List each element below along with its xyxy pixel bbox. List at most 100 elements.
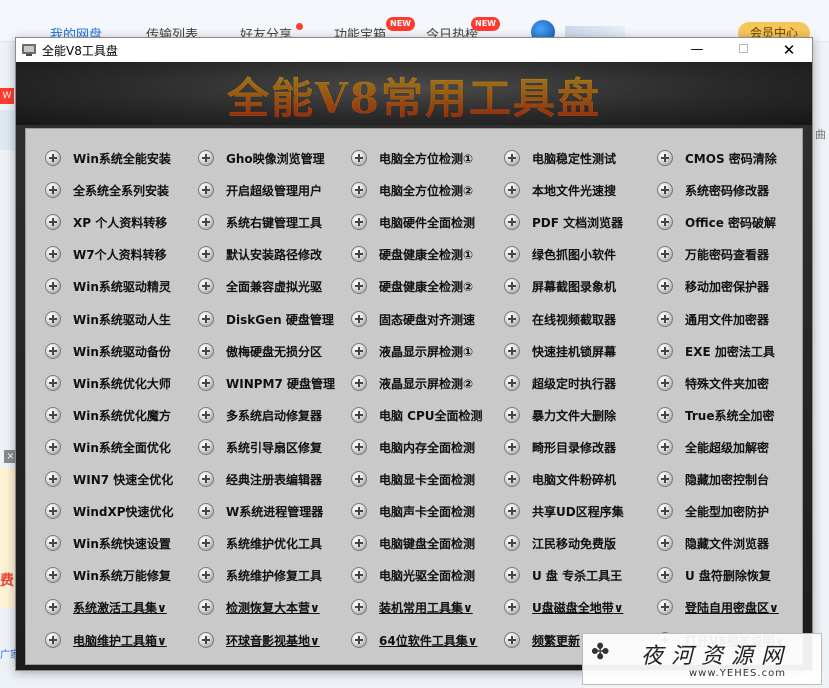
minimize-button[interactable]: — <box>674 38 720 62</box>
tool-item[interactable]: 全系统全系列安装 <box>45 180 195 200</box>
tool-item[interactable]: 隐藏加密控制台 <box>657 469 807 489</box>
tool-item[interactable]: 屏幕截图录象机 <box>504 276 654 296</box>
tool-item[interactable]: Win系统快速设置 <box>45 533 195 553</box>
plus-circle-icon <box>657 278 673 294</box>
tool-item[interactable]: 全面兼容虚拟光驱 <box>198 276 348 296</box>
tool-item[interactable]: 傲梅硬盘无损分区 <box>198 341 348 361</box>
tool-item[interactable]: 电脑键盘全面检测 <box>351 533 501 553</box>
plus-circle-icon <box>198 278 214 294</box>
tool-item[interactable]: 硬盘健康全检测② <box>351 276 501 296</box>
tool-item[interactable]: 电脑光驱全面检测 <box>351 565 501 585</box>
tool-item[interactable]: 液晶显示屏检测① <box>351 341 501 361</box>
tool-item[interactable]: 电脑内存全面检测 <box>351 437 501 457</box>
tool-item[interactable]: 环球音影视基地∨ <box>198 630 348 650</box>
tool-item[interactable]: Win系统驱动精灵 <box>45 276 195 296</box>
tool-item[interactable]: Win系统万能修复 <box>45 565 195 585</box>
tool-item[interactable]: Office 密码破解 <box>657 212 807 232</box>
tool-item[interactable]: 电脑显卡全面检测 <box>351 469 501 489</box>
tool-item[interactable]: 电脑文件粉碎机 <box>504 469 654 489</box>
tool-item[interactable]: 系统右键管理工具 <box>198 212 348 232</box>
plus-circle-icon <box>198 182 214 198</box>
tool-item[interactable]: 系统引导扇区修复 <box>198 437 348 457</box>
window-titlebar[interactable]: 全能V8工具盘 — ✕ <box>16 38 812 62</box>
tool-item[interactable]: 全能型加密防护 <box>657 501 807 521</box>
tool-item[interactable]: 硬盘健康全检测① <box>351 244 501 264</box>
plus-circle-icon <box>198 343 214 359</box>
tool-item[interactable]: 电脑全方位检测② <box>351 180 501 200</box>
tool-item-label: 在线视频截取器 <box>532 313 617 327</box>
tool-item[interactable]: 快速挂机锁屏幕 <box>504 341 654 361</box>
tool-item-label: Win系统驱动备份 <box>73 345 171 359</box>
tool-item[interactable]: Win系统驱动备份 <box>45 341 195 361</box>
tool-item[interactable]: Win系统优化大师 <box>45 373 195 393</box>
tool-item[interactable]: 电脑声卡全面检测 <box>351 501 501 521</box>
tool-item[interactable]: Win系统全能安装 <box>45 148 195 168</box>
tool-item[interactable]: WINPM7 硬盘管理 <box>198 373 348 393</box>
tool-item[interactable]: PDF 文档浏览器 <box>504 212 654 232</box>
plus-circle-icon <box>351 278 367 294</box>
tool-item[interactable]: W系统进程管理器 <box>198 501 348 521</box>
tool-item[interactable]: 多系统启动修复器 <box>198 405 348 425</box>
tool-item-label: 移动加密保护器 <box>685 280 770 294</box>
tool-item[interactable]: 通用文件加密器 <box>657 309 807 329</box>
plus-circle-icon <box>198 439 214 455</box>
tool-item[interactable]: Win系统优化魔方 <box>45 405 195 425</box>
tool-item[interactable]: 共享UD区程序集 <box>504 501 654 521</box>
tool-item[interactable]: 系统密码修改器 <box>657 180 807 200</box>
tool-item-label: 电脑全方位检测① <box>379 152 474 166</box>
tool-item[interactable]: 隐藏文件浏览器 <box>657 533 807 553</box>
tool-item[interactable]: 暴力文件大删除 <box>504 405 654 425</box>
tool-item[interactable]: 全能超级加解密 <box>657 437 807 457</box>
tool-item[interactable]: 移动加密保护器 <box>657 276 807 296</box>
tool-item[interactable]: 万能密码查看器 <box>657 244 807 264</box>
tool-item[interactable]: Gho映像浏览管理 <box>198 148 348 168</box>
tool-item[interactable]: 绿色抓图小软件 <box>504 244 654 264</box>
tool-item[interactable]: U 盘符删除恢复 <box>657 565 807 585</box>
tool-item[interactable]: U盘磁盘全地带∨ <box>504 597 654 617</box>
plus-circle-icon <box>45 599 61 615</box>
tool-item[interactable]: 系统激活工具集∨ <box>45 597 195 617</box>
tool-item[interactable]: 检测恢复大本营∨ <box>198 597 348 617</box>
tool-item[interactable]: 开启超级管理用户 <box>198 180 348 200</box>
tool-item[interactable]: 在线视频截取器 <box>504 309 654 329</box>
tool-item[interactable]: 装机常用工具集∨ <box>351 597 501 617</box>
tool-item-label: 全系统全系列安装 <box>73 184 170 198</box>
tool-item[interactable]: 64位软件工具集∨ <box>351 630 501 650</box>
tool-item[interactable]: WIN7 快速全优化 <box>45 469 195 489</box>
tool-item[interactable]: 电脑稳定性测试 <box>504 148 654 168</box>
close-button[interactable]: ✕ <box>766 38 812 62</box>
tool-item[interactable]: 超级定时执行器 <box>504 373 654 393</box>
plus-circle-icon <box>45 150 61 166</box>
tool-item[interactable]: 登陆自用密盘区∨ <box>657 597 807 617</box>
tool-item[interactable]: 电脑维护工具箱∨ <box>45 630 195 650</box>
maximize-button[interactable] <box>720 38 766 62</box>
tool-item[interactable]: 固态硬盘对齐测速 <box>351 309 501 329</box>
tool-item[interactable]: 电脑全方位检测① <box>351 148 501 168</box>
bg-right-edge-text: 曲 <box>815 128 826 141</box>
tool-item[interactable]: 本地文件光速搜 <box>504 180 654 200</box>
tool-item[interactable]: 默认安装路径修改 <box>198 244 348 264</box>
tool-item[interactable]: 系统维护修复工具 <box>198 565 348 585</box>
tool-item[interactable]: DiskGen 硬盘管理 <box>198 309 348 329</box>
tool-item[interactable]: W7个人资料转移 <box>45 244 195 264</box>
tool-item[interactable]: 液晶显示屏检测② <box>351 373 501 393</box>
tool-item[interactable]: 江民移动免费版 <box>504 533 654 553</box>
tool-item-label: 电脑全方位检测② <box>379 184 474 198</box>
tool-item[interactable]: WindXP快速优化 <box>45 501 195 521</box>
tool-item[interactable]: EXE 加密法工具 <box>657 341 807 361</box>
tool-item[interactable]: Win系统全面优化 <box>45 437 195 457</box>
tool-item[interactable]: True系统全加密 <box>657 405 807 425</box>
tool-item[interactable]: Win系统驱动人生 <box>45 309 195 329</box>
tool-item[interactable]: 电脑 CPU全面检测 <box>351 405 501 425</box>
tool-item[interactable]: U 盘 专杀工具王 <box>504 565 654 585</box>
tool-item[interactable]: 电脑硬件全面检测 <box>351 212 501 232</box>
tool-item[interactable]: 系统维护优化工具 <box>198 533 348 553</box>
plus-circle-icon <box>351 343 367 359</box>
tool-item[interactable]: XP 个人资料转移 <box>45 212 195 232</box>
tool-item[interactable]: 经典注册表编辑器 <box>198 469 348 489</box>
plus-circle-icon <box>657 343 673 359</box>
tool-item[interactable]: 畸形目录修改器 <box>504 437 654 457</box>
tool-item[interactable]: CMOS 密码清除 <box>657 148 807 168</box>
tool-item[interactable]: 特殊文件夹加密 <box>657 373 807 393</box>
plus-circle-icon <box>198 632 214 648</box>
